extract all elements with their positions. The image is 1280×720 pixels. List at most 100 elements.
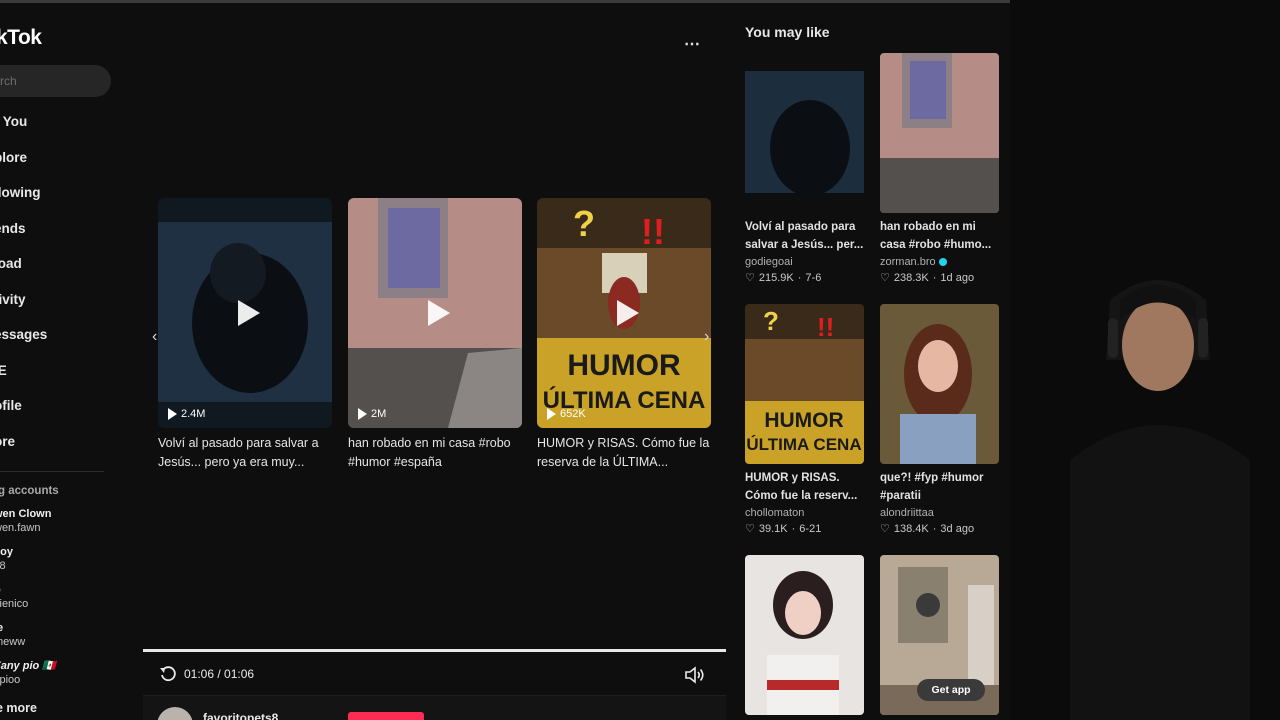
- account-name: Fany pio 🇲🇽: [0, 660, 56, 672]
- video-title[interactable]: Volví al pasado para salvar a Jesús... p…: [745, 218, 864, 254]
- video-thumbnail[interactable]: [745, 555, 864, 715]
- following-account[interactable]: Fany pio 🇲🇽 ypioo: [0, 659, 84, 687]
- stats-separator: ·: [797, 272, 802, 284]
- account-name: le: [0, 622, 4, 634]
- svg-text:?: ?: [763, 306, 779, 336]
- post-date: 6-21: [799, 523, 822, 535]
- heart-icon: ♡: [880, 272, 890, 284]
- view-count-text: 652K: [560, 408, 586, 420]
- video-author[interactable]: zorman.bro: [880, 254, 999, 270]
- video-caption[interactable]: han robado en mi casa #robo #humor #espa…: [348, 434, 522, 474]
- sidebar-item-activity[interactable]: tivity: [0, 288, 120, 324]
- sidebar-item-for-you[interactable]: r You: [0, 110, 120, 146]
- sidebar-nav: r You plore llowing ends load tivity ess…: [0, 110, 120, 465]
- sidebar-item-friends[interactable]: ends: [0, 217, 120, 253]
- suggested-video[interactable]: ? !! HUMOR ÚLTIMA CENA HUMOR y RISAS. Có…: [745, 304, 864, 537]
- video-thumbnail[interactable]: ? !! HUMOR ÚLTIMA CENA: [745, 304, 864, 464]
- stats-separator: ·: [791, 523, 796, 535]
- like-count: 138.4K: [893, 523, 929, 535]
- account-handle: ypioo: [0, 674, 21, 686]
- gorilla-image: [745, 53, 864, 213]
- video-author[interactable]: chollomaton: [745, 505, 864, 521]
- search-input[interactable]: rch: [0, 65, 111, 97]
- following-account[interactable]: le meww: [0, 621, 84, 649]
- suggested-video[interactable]: han robado en mi casa #robo #humo... zor…: [880, 53, 999, 286]
- related-videos: ‹ 2.4M Volví al pasado para salvar a Jes…: [152, 198, 718, 478]
- overlay-text-top: HUMOR: [567, 349, 681, 382]
- sidebar-item-upload[interactable]: load: [0, 252, 120, 288]
- video-title[interactable]: HUMOR y RISAS. Cómo fue la reserv...: [745, 469, 864, 505]
- author-name: godiegoai: [745, 256, 793, 268]
- view-count: 2M: [358, 408, 386, 420]
- heart-icon: ♡: [745, 272, 755, 284]
- video-thumbnail[interactable]: [880, 53, 999, 213]
- video-thumbnail[interactable]: 2M: [348, 198, 522, 428]
- account-handle: wen.fawn: [0, 522, 41, 534]
- related-video-card[interactable]: 2.4M Volví al pasado para salvar a Jesús…: [158, 198, 332, 474]
- video-title[interactable]: han robado en mi casa #robo #humo...: [880, 218, 999, 254]
- sidebar-item-live[interactable]: /E: [0, 359, 120, 395]
- video-progress-bar[interactable]: [143, 649, 726, 652]
- more-options-icon[interactable]: ⋯: [684, 34, 701, 54]
- suggested-video[interactable]: que?! #fyp #humor #paratii alondriittaa …: [880, 304, 999, 537]
- following-account[interactable]: wen Clown wen.fawn: [0, 507, 84, 535]
- video-stats: ♡ 215.9K · 7-6: [745, 270, 864, 286]
- like-count: 39.1K: [758, 523, 788, 535]
- author-name: zorman.bro: [880, 256, 936, 268]
- sidebar-item-more[interactable]: ore: [0, 430, 120, 466]
- you-may-like-title: You may like: [745, 24, 830, 40]
- get-app-button[interactable]: Get app: [917, 679, 985, 701]
- post-date: 1d ago: [940, 272, 975, 284]
- video-caption[interactable]: Volví al pasado para salvar a Jesús... p…: [158, 434, 332, 474]
- tiktok-logo[interactable]: kTok: [0, 26, 42, 50]
- stats-separator: ·: [932, 523, 937, 535]
- suggested-video[interactable]: Volví al pasado para salvar a Jesús... p…: [745, 53, 864, 286]
- heart-icon: ♡: [745, 523, 755, 535]
- volume-icon[interactable]: [684, 666, 706, 684]
- chevron-right-icon[interactable]: ›: [704, 328, 709, 346]
- video-thumbnail[interactable]: [745, 53, 864, 213]
- woman-image: [745, 555, 864, 715]
- svg-text:!!: !!: [817, 312, 834, 342]
- video-author[interactable]: alondriittaa: [880, 505, 999, 521]
- video-title[interactable]: que?! #fyp #humor #paratii: [880, 469, 999, 505]
- girl-image: [880, 304, 999, 464]
- house-image: [880, 53, 999, 213]
- webcam-overlay: [1010, 0, 1280, 720]
- view-count: 2.4M: [168, 408, 205, 420]
- account-handle: kienico: [0, 598, 29, 610]
- sidebar-item-profile[interactable]: ofile: [0, 394, 120, 430]
- video-stats: ♡ 138.4K · 3d ago: [880, 521, 999, 537]
- video-thumbnail[interactable]: ? !! HUMOR ÚLTIMA CENA 652K: [537, 198, 711, 428]
- related-video-card[interactable]: ? !! HUMOR ÚLTIMA CENA 652K HUMOR y RISA…: [537, 198, 711, 474]
- author-name: chollomaton: [745, 507, 805, 519]
- video-author[interactable]: godiegoai: [745, 254, 864, 270]
- view-count-text: 2.4M: [181, 408, 206, 420]
- see-more-link[interactable]: e more: [0, 701, 37, 715]
- sidebar-item-following[interactable]: llowing: [0, 181, 120, 217]
- video-thumbnail[interactable]: 2.4M: [158, 198, 332, 428]
- sidebar-item-explore[interactable]: plore: [0, 146, 120, 182]
- video-stats: ♡ 238.3K · 1d ago: [880, 270, 999, 286]
- account-name: Joy: [0, 546, 13, 558]
- replay-icon[interactable]: [159, 665, 177, 683]
- following-account[interactable]: Joy y8: [0, 545, 84, 573]
- video-caption[interactable]: HUMOR y RISAS. Cómo fue la reserva de la…: [537, 434, 711, 474]
- like-count: 215.9K: [758, 272, 794, 284]
- chevron-left-icon[interactable]: ‹: [152, 328, 157, 346]
- overlay-text-bottom: ÚLTIMA CENA: [746, 435, 861, 454]
- author-username[interactable]: favoritopets8: [203, 711, 278, 720]
- following-account[interactable]: o kienico: [0, 583, 84, 611]
- like-count: 238.3K: [893, 272, 929, 284]
- suggested-video[interactable]: [745, 555, 864, 715]
- sidebar-item-messages[interactable]: essages: [0, 323, 120, 359]
- following-accounts-title: g accounts: [0, 485, 59, 497]
- author-name: alondriittaa: [880, 507, 934, 519]
- related-video-card[interactable]: 2M han robado en mi casa #robo #humor #e…: [348, 198, 522, 474]
- post-date: 7-6: [805, 272, 822, 284]
- play-count-icon: [547, 408, 556, 420]
- account-handle: meww: [0, 636, 26, 648]
- follow-button[interactable]: [348, 712, 424, 720]
- account-name: o: [0, 583, 84, 597]
- video-thumbnail[interactable]: [880, 304, 999, 464]
